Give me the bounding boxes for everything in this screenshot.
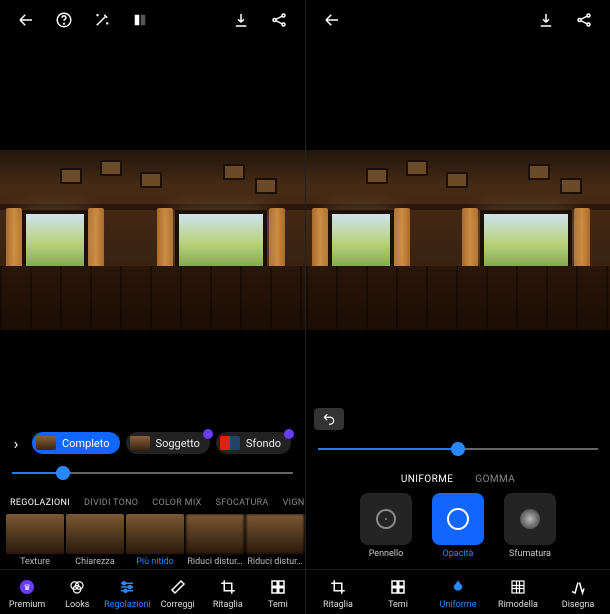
tab-temi[interactable]: Temi (253, 576, 303, 610)
tab-correggi[interactable]: Correggi (153, 576, 203, 610)
thumb-piu-nitido[interactable]: Più nitido (126, 514, 184, 567)
photo-preview[interactable] (0, 150, 305, 330)
tab-regolazioni-bottom[interactable]: Regolazioni (102, 576, 152, 610)
card-pennello[interactable]: Pennello (356, 493, 416, 559)
selection-mode-row: › Completo Soggetto Sfondo (0, 428, 305, 458)
opacity-pattern-icon (447, 508, 469, 530)
share-icon[interactable] (566, 2, 602, 38)
section-tabs: REGOLAZIONI DIVIDI TONO COLOR MIX SFOCAT… (0, 492, 305, 514)
tab-looks[interactable]: Looks (52, 576, 102, 610)
tab-rimodella[interactable]: Rimodella (488, 576, 548, 610)
bottom-tabs-left: Premium Looks Regolazioni Correggi Ritag… (0, 569, 305, 614)
card-sfumatura[interactable]: Sfumatura (500, 493, 560, 559)
adjust-thumbnails: Texture Chiarezza Più nitido Riduci dist… (0, 514, 305, 569)
tab-color-mix[interactable]: COLOR MIX (152, 498, 201, 508)
tab-premium[interactable]: Premium (2, 576, 52, 610)
download-icon[interactable] (223, 2, 259, 38)
share-icon[interactable] (261, 2, 297, 38)
tab-uniforme[interactable]: Uniforme (428, 576, 488, 610)
chevron-right-icon[interactable]: › (6, 434, 26, 453)
premium-badge-icon (284, 429, 294, 439)
tab-regolazioni[interactable]: REGOLAZIONI (10, 498, 70, 508)
thumb-texture[interactable]: Texture (6, 514, 64, 567)
mode-chip-completo[interactable]: Completo (32, 432, 120, 454)
back-icon[interactable] (314, 2, 350, 38)
mode-chip-soggetto[interactable]: Soggetto (126, 432, 210, 454)
tab-vignettatura[interactable]: VIGNETTAT (283, 498, 305, 508)
magic-wand-icon[interactable] (84, 2, 120, 38)
tab-disegna[interactable]: Disegna (548, 576, 608, 610)
bottom-tabs-right: Ritaglia Temi Uniforme Rimodella Disegna (306, 569, 610, 614)
undo-button[interactable] (314, 408, 344, 430)
premium-badge-icon (203, 429, 213, 439)
thumb-riduci-disturbo-2[interactable]: Riduci distur… (246, 514, 304, 567)
mode-label: Soggetto (156, 437, 200, 450)
crown-icon (20, 580, 34, 594)
right-pane: UNIFORME GOMMA Pennello Opacità Sfumatur… (305, 0, 610, 614)
switch-uniforme[interactable]: UNIFORME (401, 474, 454, 485)
adjust-slider[interactable] (0, 458, 305, 492)
switch-gomma[interactable]: GOMMA (475, 474, 515, 485)
mode-label: Completo (62, 437, 110, 450)
mode-chip-sfondo[interactable]: Sfondo (216, 432, 291, 454)
download-icon[interactable] (528, 2, 564, 38)
tool-cards: Pennello Opacità Sfumatura (306, 493, 610, 569)
compare-icon[interactable] (122, 2, 158, 38)
card-opacita[interactable]: Opacità (428, 493, 488, 559)
tab-ritaglia[interactable]: Ritaglia (203, 576, 253, 610)
help-icon[interactable] (46, 2, 82, 38)
brush-circle-icon (376, 509, 396, 529)
thumb-chiarezza[interactable]: Chiarezza (66, 514, 124, 567)
photo-preview[interactable] (306, 150, 610, 330)
tab-dividi-tono[interactable]: DIVIDI TONO (84, 498, 138, 508)
toolbar-left (0, 0, 305, 40)
back-icon[interactable] (8, 2, 44, 38)
tab-temi[interactable]: Temi (368, 576, 428, 610)
toolbar-right (306, 0, 610, 40)
tab-ritaglia[interactable]: Ritaglia (308, 576, 368, 610)
uniforme-gomma-switch: UNIFORME GOMMA (306, 468, 610, 493)
mode-label: Sfondo (246, 437, 281, 450)
opacity-slider[interactable] (306, 434, 610, 468)
gradient-circle-icon (520, 509, 540, 529)
left-pane: › Completo Soggetto Sfondo REGOLAZIONI D… (0, 0, 305, 614)
tab-sfocatura[interactable]: SFOCATURA (216, 498, 269, 508)
thumb-riduci-disturbo-1[interactable]: Riduci distur… (186, 514, 244, 567)
